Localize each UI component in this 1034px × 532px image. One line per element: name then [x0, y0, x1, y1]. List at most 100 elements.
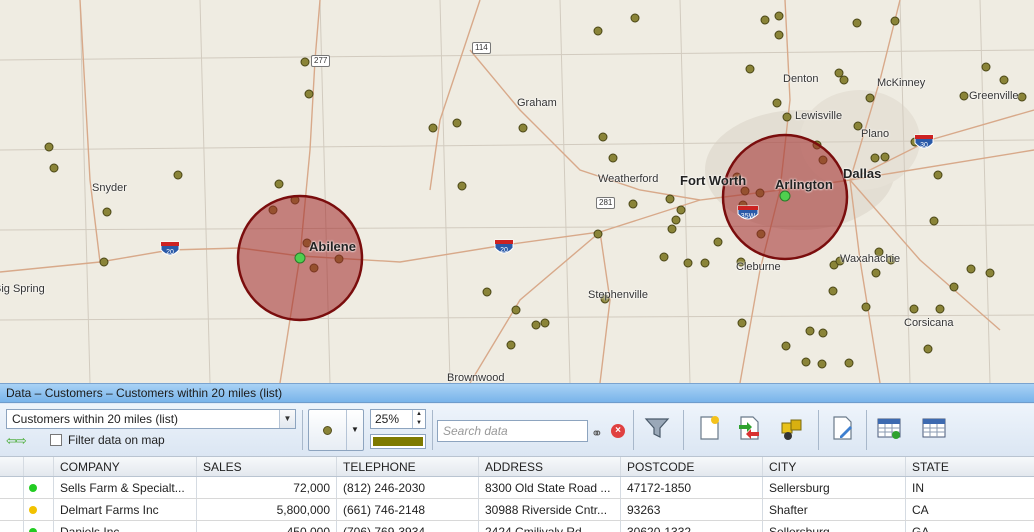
new-document-icon[interactable] — [695, 414, 723, 442]
city-label: Big Spring — [0, 283, 45, 295]
column-header-city[interactable]: CITY — [763, 457, 906, 476]
city-label: Arlington — [775, 177, 833, 192]
filter-checkbox[interactable] — [50, 434, 62, 446]
column-header-state[interactable]: STATE — [906, 457, 1034, 476]
geocode-puzzle-icon[interactable] — [778, 414, 806, 442]
column-header-postcode[interactable]: POSTCODE — [621, 457, 763, 476]
company-cell: Sells Farm & Specialt... — [54, 477, 197, 498]
symbol-button[interactable]: ▼ — [308, 409, 364, 451]
link-icon[interactable]: ⚭ — [591, 425, 603, 442]
column-header-address[interactable]: ADDRESS — [479, 457, 621, 476]
clear-search-icon[interactable]: × — [611, 424, 625, 438]
telephone-cell: (812) 246-2030 — [337, 477, 479, 498]
toolbar-divider — [683, 410, 684, 450]
row-selector[interactable] — [0, 477, 24, 498]
telephone-cell: (661) 746-2148 — [337, 499, 479, 520]
table-row[interactable]: Delmart Farms Inc 5,800,000 (661) 746-21… — [0, 499, 1034, 521]
status-cell — [24, 521, 54, 532]
city-label: Graham — [517, 97, 557, 109]
row-selector[interactable] — [0, 521, 24, 532]
city-cell: Shafter — [763, 499, 906, 520]
city-label: Snyder — [92, 182, 127, 194]
city-label: Greenville — [969, 90, 1019, 102]
postcode-cell: 30620-1332 — [621, 521, 763, 532]
table-header-row: COMPANY SALES TELEPHONE ADDRESS POSTCODE… — [0, 456, 1034, 477]
symbol-dot-icon — [323, 426, 332, 435]
column-header-telephone[interactable]: TELEPHONE — [337, 457, 479, 476]
row-selector-header[interactable] — [0, 457, 24, 476]
data-table: COMPANY SALES TELEPHONE ADDRESS POSTCODE… — [0, 456, 1034, 532]
status-header[interactable] — [24, 457, 54, 476]
company-cell: Daniels Inc — [54, 521, 197, 532]
layer-dropdown-value: Customers within 20 miles (list) — [12, 412, 179, 426]
back-forward-arrows-icon[interactable]: ⇦⇨ — [6, 433, 27, 449]
highway-shield: 281 — [596, 197, 616, 209]
toolbar-divider — [432, 410, 433, 450]
state-cell: CA — [912, 503, 929, 517]
city-label: Weatherford — [598, 173, 659, 185]
sales-cell: 5,800,000 — [197, 499, 337, 520]
toolbar-divider — [818, 410, 819, 450]
filter-label: Filter data on map — [68, 433, 165, 447]
city-label: Fort Worth — [680, 173, 747, 188]
edit-document-icon[interactable] — [828, 414, 856, 442]
data-panel: Data – Customers – Customers within 20 m… — [0, 383, 1034, 532]
search-placeholder: Search data — [443, 424, 508, 438]
svg-text:30: 30 — [920, 142, 928, 149]
color-swatch-fill — [373, 437, 423, 446]
city-cell: Sellersburg — [763, 521, 906, 532]
city-label: Abilene — [309, 239, 356, 254]
filter-toggle[interactable]: Filter data on map — [50, 433, 165, 447]
status-dot-icon — [29, 484, 37, 492]
address-cell: 8300 Old State Road ... — [479, 477, 621, 498]
postcode-cell: 93263 — [621, 499, 763, 520]
chevron-down-icon[interactable]: ▼ — [279, 410, 295, 428]
stepper-arrows-icon[interactable]: ▲ ▼ — [412, 410, 425, 428]
highway-shield: 277 — [311, 55, 331, 67]
city-label: McKinney — [877, 77, 926, 89]
city-label: Plano — [861, 128, 890, 140]
layer-dropdown[interactable]: Customers within 20 miles (list) ▼ — [6, 409, 296, 429]
size-percent-value: 25% — [375, 412, 400, 426]
toolbar-divider — [633, 410, 634, 450]
table-export-icon[interactable] — [875, 414, 903, 442]
city-cell: Sellersburg — [763, 477, 906, 498]
company-cell: Delmart Farms Inc — [54, 499, 197, 520]
status-cell — [24, 477, 54, 498]
city-label: Corsicana — [904, 317, 954, 329]
panel-title: Data – Customers – Customers within 20 m… — [0, 384, 1034, 403]
chevron-down-icon[interactable]: ▼ — [346, 410, 363, 450]
table-row[interactable]: Sells Farm & Specialt... 72,000 (812) 24… — [0, 477, 1034, 499]
city-label: Waxahachie — [840, 253, 901, 265]
table-row[interactable]: Daniels Inc 450,000 (706) 769-3934 2424 … — [0, 521, 1034, 532]
telephone-cell: (706) 769-3934 — [337, 521, 479, 532]
color-swatch[interactable] — [370, 434, 426, 449]
status-dot-icon — [29, 506, 37, 514]
column-header-sales[interactable]: SALES — [197, 457, 337, 476]
size-percent-stepper[interactable]: 25% ▲ ▼ — [370, 409, 426, 429]
svg-text:20: 20 — [500, 247, 508, 254]
data-toolbar: Customers within 20 miles (list) ▼ ⇦⇨ Fi… — [0, 404, 1034, 456]
basemap: 20 20 30 35W — [0, 0, 1034, 383]
import-export-icon[interactable] — [735, 414, 763, 442]
city-label: Lewisville — [795, 110, 843, 122]
highway-shield: 114 — [472, 42, 491, 54]
column-header-company[interactable]: COMPANY — [54, 457, 197, 476]
sales-cell: 72,000 — [197, 477, 337, 498]
svg-text:20: 20 — [166, 249, 174, 256]
address-cell: 30988 Riverside Cntr... — [479, 499, 621, 520]
status-dot-icon — [29, 528, 37, 532]
state-cell: GA — [912, 525, 930, 532]
toolbar-divider — [866, 410, 867, 450]
status-cell — [24, 499, 54, 520]
map-view[interactable]: 20 20 30 35W 114 277 281 Graham Denton M… — [0, 0, 1034, 383]
toolbar-divider — [302, 410, 303, 450]
funnel-filter-icon[interactable] — [643, 414, 671, 442]
row-selector[interactable] — [0, 499, 24, 520]
search-input[interactable]: Search data — [437, 420, 588, 442]
sales-cell: 450,000 — [197, 521, 337, 532]
table-settings-icon[interactable] — [920, 414, 948, 442]
city-label: Stephenville — [588, 289, 648, 301]
city-label: Brownwood — [447, 372, 505, 383]
city-label: Dallas — [843, 166, 882, 181]
